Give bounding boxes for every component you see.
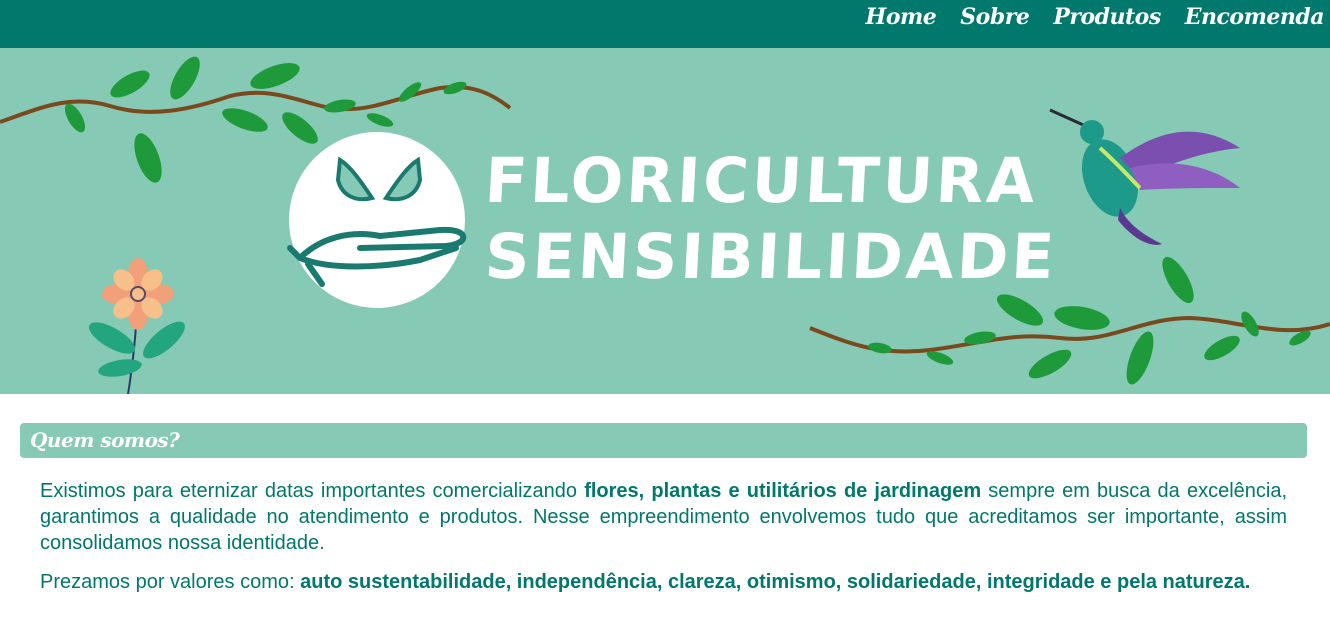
p1-text-start: Existimos para eternizar datas important… bbox=[40, 480, 585, 502]
about-heading: Quem somos? bbox=[30, 428, 180, 452]
brand-title-line2: SENSIBILIDADE bbox=[483, 220, 1059, 293]
nav-encomenda-link[interactable]: Encomenda bbox=[1185, 2, 1325, 32]
nav-home-link[interactable]: Home bbox=[866, 2, 937, 32]
about-section-header: Quem somos? bbox=[20, 423, 1307, 458]
hero-banner: FLORICULTURA SENSIBILIDADE bbox=[0, 48, 1330, 394]
hand-butterfly-logo-icon bbox=[287, 132, 467, 308]
p2-text-start: Prezamos por valores como: bbox=[40, 571, 301, 593]
p2-values-highlight: auto sustentabilidade, independência, cl… bbox=[300, 571, 1251, 593]
about-paragraph-2: Prezamos por valores como: auto sustenta… bbox=[40, 569, 1287, 595]
brand-title-line1: FLORICULTURA bbox=[483, 144, 1040, 217]
nav-sobre-link[interactable]: Sobre bbox=[960, 2, 1030, 32]
flower-icon bbox=[88, 258, 185, 394]
main-nav: Home Sobre Produtos Encomenda bbox=[866, 2, 1325, 32]
p1-highlight: flores, plantas e utilitários de jardina… bbox=[584, 480, 982, 502]
nav-produtos-link[interactable]: Produtos bbox=[1053, 2, 1161, 32]
about-paragraph-1: Existimos para eternizar datas important… bbox=[40, 478, 1287, 556]
top-navbar: Home Sobre Produtos Encomenda bbox=[0, 0, 1330, 48]
hummingbird-icon bbox=[1049, 108, 1240, 245]
about-content: Existimos para eternizar datas important… bbox=[40, 478, 1287, 608]
